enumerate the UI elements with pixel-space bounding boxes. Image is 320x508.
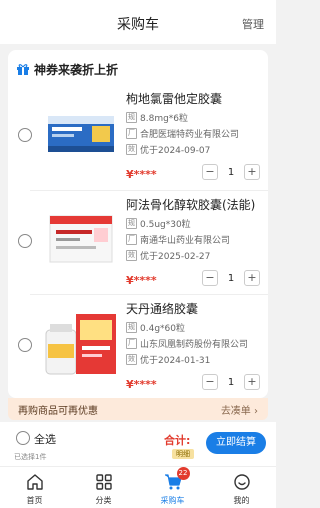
category-icon: [95, 474, 112, 490]
increase-button[interactable]: +: [244, 374, 260, 390]
select-all-radio[interactable]: [16, 431, 30, 445]
increase-button[interactable]: +: [244, 270, 260, 286]
tab-category[interactable]: 分类: [69, 467, 138, 508]
product-image: [42, 200, 120, 278]
product-expiry: 效 优于2025-02-27: [126, 250, 211, 262]
bottom-tab-bar: 首页 分类 22 采购车 我的: [0, 466, 276, 508]
product-price: ¥****: [126, 274, 157, 287]
product-name[interactable]: 阿法骨化醇软胶囊(法能): [126, 196, 255, 213]
tab-cart[interactable]: 22 采购车: [138, 467, 207, 508]
coupon-text: 神券来袭折上折: [34, 62, 119, 77]
product-image: [42, 304, 120, 382]
decrease-button[interactable]: −: [202, 374, 218, 390]
top-bar: 采购车 管理: [0, 0, 276, 44]
product-expiry: 效 优于2024-01-31: [126, 354, 211, 366]
product-manufacturer: 厂 山东凤凰制药股份有限公司: [126, 338, 249, 350]
quantity-stepper: − 1 +: [202, 164, 260, 180]
quantity-value[interactable]: 1: [218, 167, 244, 178]
tab-home[interactable]: 首页: [0, 467, 69, 508]
cart-item: 阿法骨化醇软胶囊(法能) 规 0.5ug*30粒 厂 南通华山药业有限公司 效 …: [8, 190, 268, 294]
user-icon: [233, 474, 250, 490]
page-title: 采购车: [117, 17, 159, 33]
product-spec: 规 0.5ug*30粒: [126, 218, 191, 230]
checkout-button[interactable]: 立即结算: [206, 432, 266, 454]
home-icon: [26, 474, 43, 490]
cart-count-badge: 22: [176, 467, 190, 480]
tab-label: 我的: [233, 496, 250, 505]
selected-count: 已选择1件: [14, 453, 47, 461]
tab-label: 分类: [95, 496, 112, 505]
coupon-banner[interactable]: 神券来袭折上折: [16, 60, 118, 78]
product-name[interactable]: 枸地氯雷他定胶囊: [126, 90, 222, 107]
increase-button[interactable]: +: [244, 164, 260, 180]
manage-button[interactable]: 管理: [242, 16, 264, 32]
decrease-button[interactable]: −: [202, 270, 218, 286]
product-price: ¥****: [126, 168, 157, 181]
tab-label: 首页: [26, 496, 43, 505]
quantity-stepper: − 1 +: [202, 270, 260, 286]
product-manufacturer: 厂 合肥医瑞特药业有限公司: [126, 128, 240, 140]
product-spec: 规 0.4g*60粒: [126, 322, 185, 334]
total-label: 合计:: [164, 434, 191, 447]
cart-card: 神券来袭折上折 枸地氯雷他定胶囊 规 8.8mg*6粒 厂 合肥医瑞特药业有限公…: [8, 50, 268, 398]
gift-icon: [17, 64, 29, 75]
product-price: ¥****: [126, 378, 157, 391]
quantity-value[interactable]: 1: [218, 273, 244, 284]
go-add-items-link[interactable]: 去凑单 ›: [221, 402, 258, 417]
tab-label: 采购车: [160, 496, 185, 505]
tab-profile[interactable]: 我的: [207, 467, 276, 508]
select-all-label[interactable]: 全选: [34, 431, 56, 447]
item-select-radio[interactable]: [18, 128, 32, 142]
item-select-radio[interactable]: [18, 338, 32, 352]
product-name[interactable]: 天丹通络胶囊: [126, 300, 198, 317]
checkout-bar: 全选 已选择1件 合计: 明细 立即结算: [0, 422, 276, 466]
promo-bar[interactable]: 再购商品可再优惠 去凑单 ›: [8, 398, 268, 420]
quantity-value[interactable]: 1: [218, 377, 244, 388]
product-spec: 规 8.8mg*6粒: [126, 112, 189, 124]
product-manufacturer: 厂 南通华山药业有限公司: [126, 234, 231, 246]
item-select-radio[interactable]: [18, 234, 32, 248]
promo-text: 再购商品可再优惠: [18, 405, 98, 417]
product-image: [42, 94, 120, 172]
cart-item: 天丹通络胶囊 规 0.4g*60粒 厂 山东凤凰制药股份有限公司 效 优于202…: [8, 294, 268, 398]
product-expiry: 效 优于2024-09-07: [126, 144, 211, 156]
cart-item: 枸地氯雷他定胶囊 规 8.8mg*6粒 厂 合肥医瑞特药业有限公司 效 优于20…: [8, 84, 268, 188]
decrease-button[interactable]: −: [202, 164, 218, 180]
quantity-stepper: − 1 +: [202, 374, 260, 390]
total-detail-badge[interactable]: 明细: [172, 449, 194, 459]
